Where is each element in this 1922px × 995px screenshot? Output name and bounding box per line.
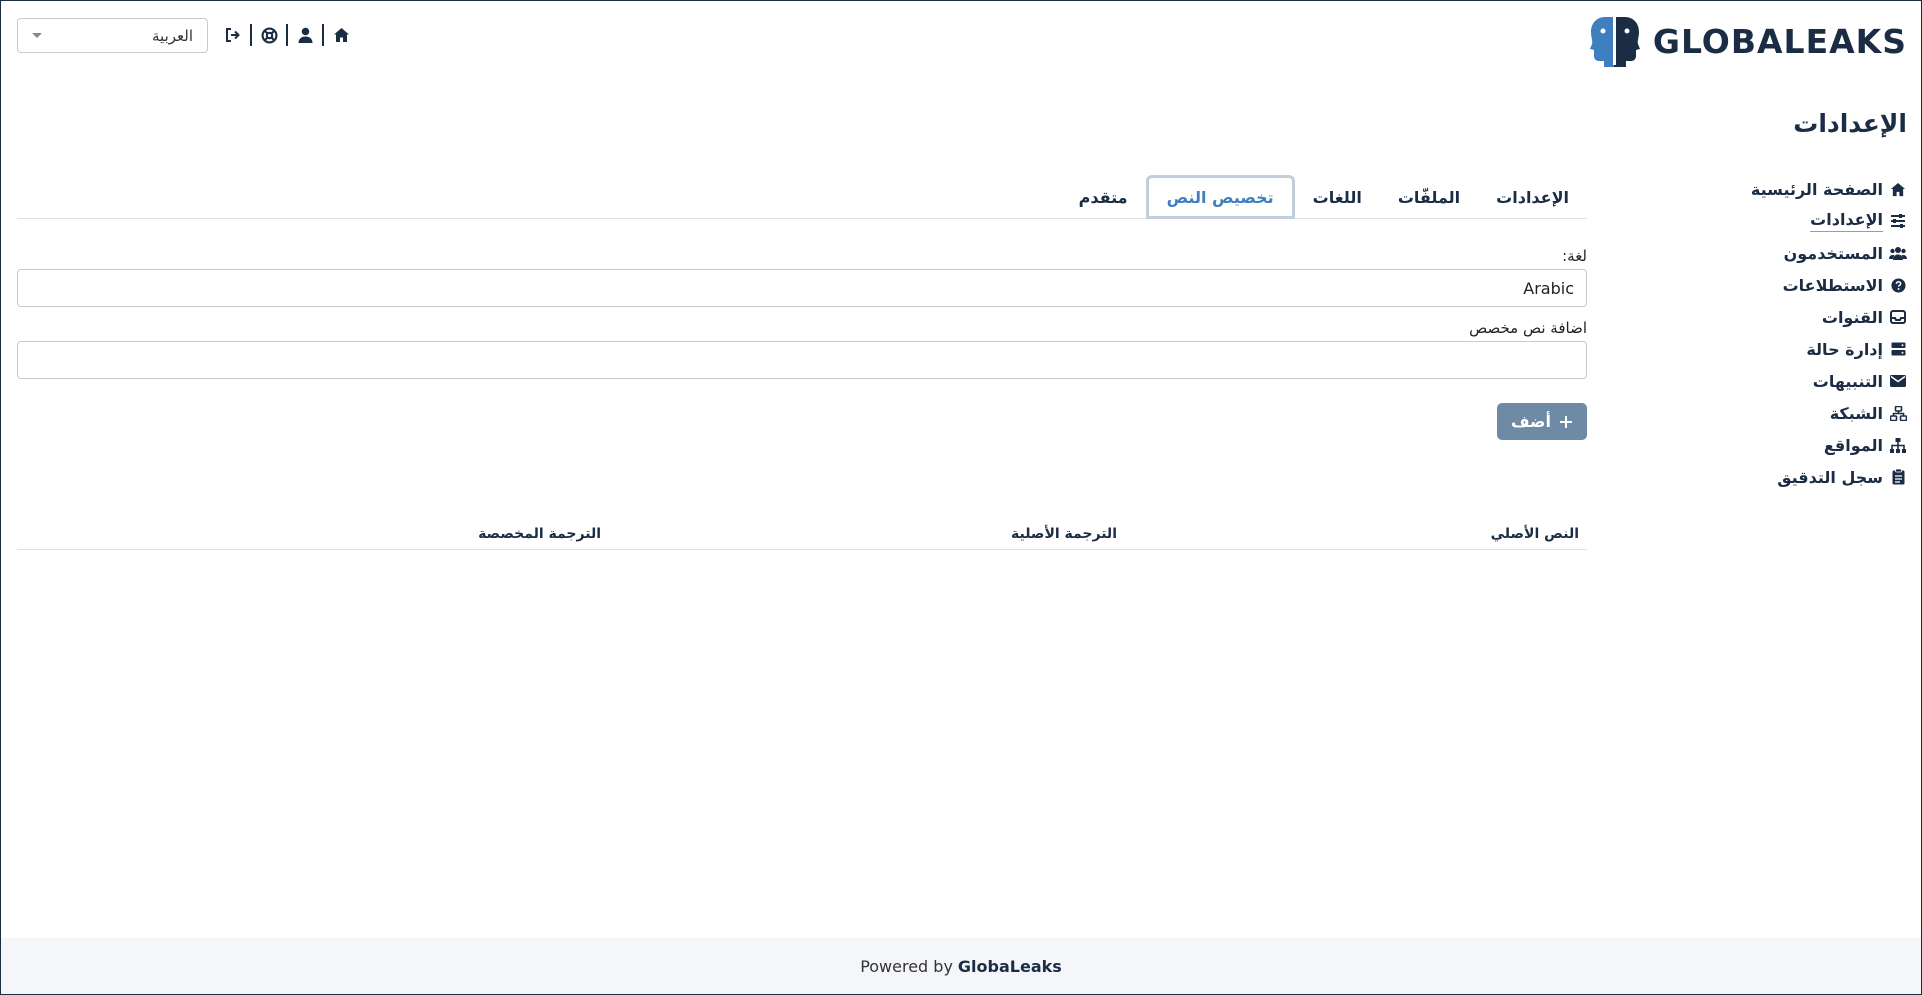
custom-text-input[interactable]: [17, 341, 1587, 379]
custom-text-label: اضافة نص مخصص: [1469, 319, 1587, 337]
top-icon-bar: [223, 23, 351, 47]
sidebar-item-label: المستخدمون: [1783, 243, 1883, 263]
column-header-original-translation: الترجمة الأصلية: [1011, 525, 1117, 542]
add-button[interactable]: أضف: [1497, 403, 1587, 440]
tab-settings[interactable]: الإعدادات: [1478, 175, 1587, 219]
sidebar: الصفحة الرئيسية الإعدادات المستخدمون الا…: [1707, 173, 1907, 493]
add-row: أضف: [17, 403, 1587, 440]
globaleaks-logo-icon: [1589, 17, 1640, 67]
clipboard-icon: [1889, 468, 1907, 486]
sidebar-item-label: الإعدادات: [1810, 210, 1883, 232]
plus-icon: [1560, 415, 1572, 428]
column-header-original-text: النص الأصلي: [1490, 525, 1579, 542]
logout-icon[interactable]: [223, 25, 243, 45]
sidebar-item-settings[interactable]: الإعدادات: [1707, 205, 1907, 237]
question-icon: [1889, 276, 1907, 294]
top-bar: العربية GLOBALEAKS: [1, 1, 1921, 81]
users-icon: [1889, 244, 1907, 262]
column-header-custom-translation: الترجمة المخصصة: [478, 525, 601, 542]
tab-advanced[interactable]: متقدم: [1061, 175, 1146, 219]
sidebar-item-audit-log[interactable]: سجل التدقيق: [1707, 461, 1907, 493]
icon-divider: [250, 24, 252, 46]
tab-bar: الإعدادات الملفّات اللغات تخصيص النص متق…: [17, 171, 1587, 219]
brand-name: GLOBALEAKS: [1652, 21, 1907, 61]
sidebar-item-users[interactable]: المستخدمون: [1707, 237, 1907, 269]
sidebar-item-label: إدارة حالة: [1806, 339, 1883, 359]
sliders-icon: [1889, 212, 1907, 230]
custom-text-table-header: النص الأصلي الترجمة الأصلية الترجمة المخ…: [17, 518, 1587, 550]
sidebar-item-label: الاستطلاعات: [1782, 275, 1883, 295]
sitemap-icon: [1889, 436, 1907, 454]
language-label: لغة:: [1562, 247, 1587, 265]
support-icon[interactable]: [259, 25, 279, 45]
tab-text-customization[interactable]: تخصيص النص: [1145, 175, 1295, 219]
sidebar-item-label: التنبيهات: [1812, 371, 1883, 391]
server-icon: [1889, 340, 1907, 358]
language-select[interactable]: العربية: [17, 18, 208, 53]
sidebar-item-label: القنوات: [1821, 307, 1883, 327]
language-input[interactable]: Arabic: [17, 269, 1587, 307]
language-select-value: العربية: [152, 26, 193, 45]
sidebar-item-label: الشبكة: [1829, 403, 1883, 423]
home-icon: [1889, 180, 1907, 198]
icon-divider: [286, 24, 288, 46]
sidebar-item-label: الصفحة الرئيسية: [1750, 179, 1883, 199]
sidebar-item-label: سجل التدقيق: [1777, 467, 1883, 487]
sidebar-item-channels[interactable]: القنوات: [1707, 301, 1907, 333]
sidebar-item-case-management[interactable]: إدارة حالة: [1707, 333, 1907, 365]
tab-files[interactable]: الملفّات: [1380, 175, 1478, 219]
user-icon[interactable]: [295, 25, 315, 45]
sidebar-item-label: المواقع: [1823, 435, 1883, 455]
envelope-icon: [1889, 372, 1907, 390]
tab-languages[interactable]: اللغات: [1295, 175, 1380, 219]
sidebar-item-questionnaires[interactable]: الاستطلاعات: [1707, 269, 1907, 301]
sidebar-item-network[interactable]: الشبكة: [1707, 397, 1907, 429]
footer: Powered by GlobaLeaks: [1, 938, 1921, 994]
add-button-label: أضف: [1511, 412, 1551, 431]
icon-divider: [322, 24, 324, 46]
footer-prefix: Powered by: [860, 956, 953, 976]
brand[interactable]: GLOBALEAKS: [1589, 15, 1907, 67]
sidebar-item-sites[interactable]: المواقع: [1707, 429, 1907, 461]
page-title: الإعدادات: [1793, 109, 1907, 138]
home-icon[interactable]: [331, 25, 351, 45]
network-icon: [1889, 404, 1907, 422]
sidebar-item-home[interactable]: الصفحة الرئيسية: [1707, 173, 1907, 205]
footer-brand-link[interactable]: GlobaLeaks: [958, 957, 1062, 976]
inbox-icon: [1889, 308, 1907, 326]
chevron-down-icon: [32, 33, 42, 38]
sidebar-item-notifications[interactable]: التنبيهات: [1707, 365, 1907, 397]
main-content: الإعدادات الملفّات اللغات تخصيص النص متق…: [17, 171, 1587, 550]
